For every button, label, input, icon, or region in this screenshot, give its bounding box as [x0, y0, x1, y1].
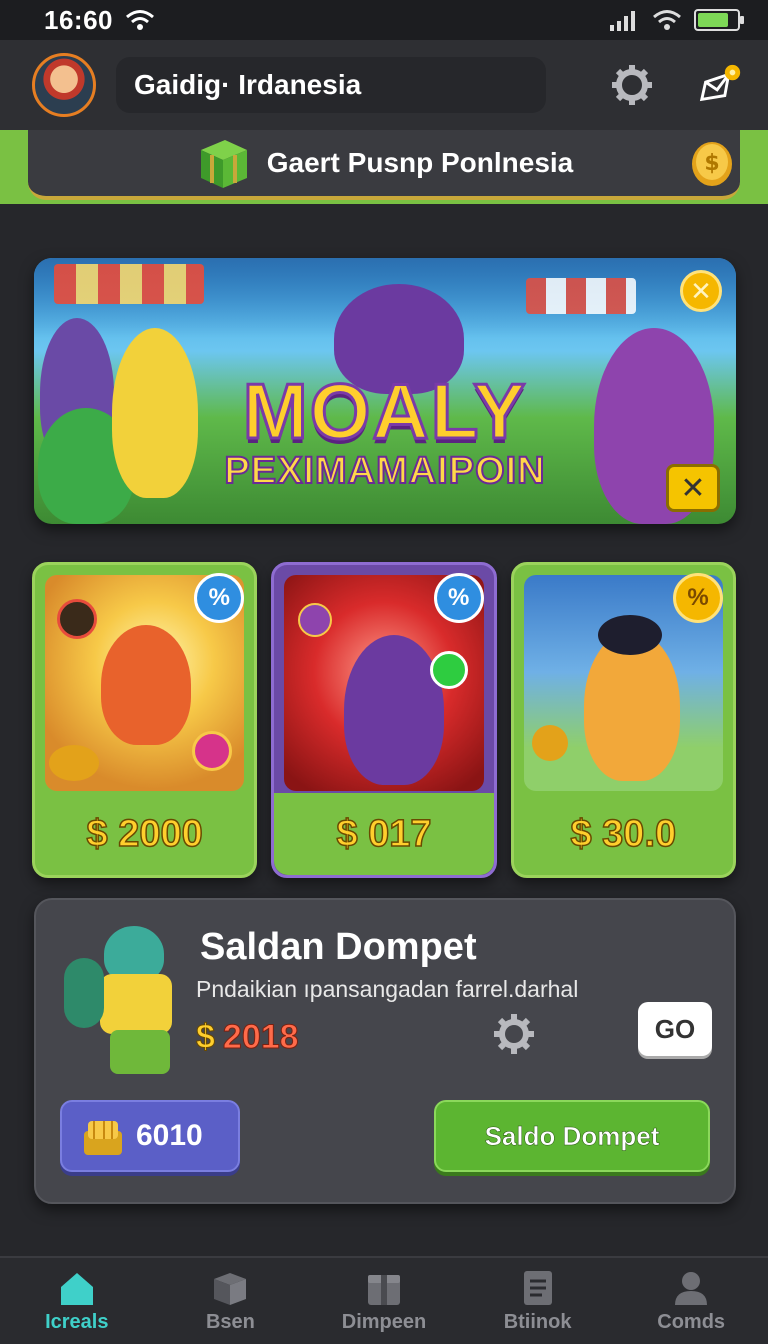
product-card[interactable]: % $ 017 — [271, 562, 497, 878]
banner-title: MOALY — [241, 366, 528, 457]
package-icon — [367, 1274, 400, 1305]
coin-icon: $ — [692, 142, 732, 186]
status-time: 16:60 — [44, 4, 113, 35]
nav-item-icreals[interactable]: Icreals — [0, 1258, 154, 1344]
nav-label: Dimpeen — [341, 1310, 427, 1333]
profile-icon — [675, 1271, 708, 1305]
wallet-amount-value: 2018 — [222, 1018, 299, 1057]
app-header: Gaidig· Irdanesia — [0, 40, 768, 130]
coin-balance-button[interactable]: 6010 — [60, 1100, 240, 1172]
nav-label: Comds — [657, 1310, 726, 1333]
document-icon — [523, 1270, 552, 1305]
wallet-amount: $2018 — [196, 1018, 300, 1057]
product-cards: % $ 2000 % $ 017 % $ 30.0 — [32, 562, 736, 878]
close-button[interactable]: ✕ — [666, 464, 720, 512]
discount-badge: % — [672, 573, 723, 623]
close-icon[interactable]: ✕ — [680, 270, 722, 312]
avatar[interactable] — [32, 53, 96, 117]
settings-icon[interactable] — [492, 1012, 536, 1056]
saldo-dompet-button[interactable]: Saldo Dompet — [434, 1100, 710, 1172]
wallet-panel: Saldan Dompet Pndaikian ıpansangadan far… — [34, 898, 736, 1204]
signal-icon — [610, 11, 635, 31]
card-price: $ 2000 — [86, 812, 204, 856]
wifi-icon — [653, 10, 681, 30]
wallet-title: Saldan Dompet — [200, 926, 477, 968]
edit-button[interactable] — [696, 61, 744, 109]
box-icon — [214, 1272, 247, 1305]
card-price: $ 017 — [336, 812, 433, 856]
edit-icon — [699, 64, 741, 102]
product-card[interactable]: % $ 30.0 — [510, 562, 736, 878]
status-bar: 16:60 — [0, 0, 768, 40]
nav-item-bsen[interactable]: Bsen — [154, 1258, 308, 1344]
settings-icon — [612, 65, 652, 105]
bottom-nav: Icreals Bsen Dimpeen Btiinok Comds — [0, 1256, 768, 1344]
discount-badge: % — [194, 573, 245, 623]
wallet-character — [64, 918, 214, 1078]
discount-badge: % — [433, 573, 484, 623]
nav-label: Btiinok — [503, 1310, 572, 1333]
nav-label: Icreals — [45, 1310, 109, 1333]
banner-subtitle: PEXIMAMAIPOIN — [223, 449, 546, 493]
settings-button[interactable] — [608, 61, 656, 109]
home-icon — [60, 1272, 93, 1305]
product-card[interactable]: % $ 2000 — [32, 562, 258, 878]
go-button[interactable]: GO — [638, 1002, 712, 1056]
promo-strip[interactable]: Gaert Pusnp Ponlnesia $ — [0, 130, 768, 204]
nav-item-btiinok[interactable]: Btiinok — [461, 1258, 615, 1344]
coin-balance-label: 6010 — [136, 1119, 203, 1152]
gold-coins-icon — [84, 1121, 122, 1155]
nav-item-comds[interactable]: Comds — [614, 1258, 768, 1344]
nav-label: Bsen — [205, 1310, 255, 1333]
svg-text:$: $ — [704, 151, 719, 176]
battery-icon — [694, 9, 744, 31]
card-price: $ 30.0 — [570, 812, 677, 856]
promo-text: Gaert Pusnp Ponlnesia — [266, 147, 574, 178]
page-title: Gaidig· Irdanesia — [134, 69, 362, 100]
nav-item-dimpeen[interactable]: Dimpeen — [307, 1258, 461, 1344]
featured-banner[interactable]: MOALY PEXIMAMAIPOIN ✕ ✕ — [34, 258, 736, 524]
wifi-icon — [126, 10, 154, 30]
gift-box-icon — [200, 140, 247, 188]
wallet-description: Pndaikian ıpansangadan farrel.darhal — [196, 976, 579, 1002]
currency-symbol: $ — [196, 1018, 216, 1057]
